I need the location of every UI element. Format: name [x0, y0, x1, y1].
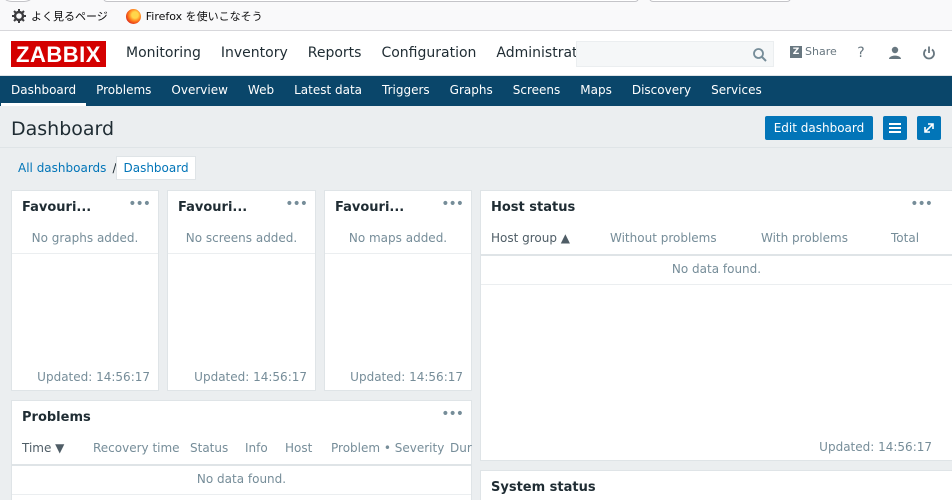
- empty-message: No maps added.: [348, 231, 448, 245]
- updated-time: Updated: 14:56:17: [350, 370, 463, 384]
- menu-configuration[interactable]: Configuration: [371, 31, 486, 76]
- column-host: Host: [285, 441, 313, 455]
- breadcrumb: All dashboards / Dashboard: [12, 156, 196, 180]
- breadcrumb-dashboard[interactable]: Dashboard: [116, 156, 196, 180]
- submenu-discovery[interactable]: Discovery: [622, 76, 701, 106]
- widget-title: Favouri...: [335, 200, 405, 215]
- main-menu: Monitoring Inventory Reports Configurati…: [116, 31, 609, 76]
- widget-title: Host status: [491, 200, 576, 215]
- zabbix-share-icon: Z: [790, 45, 802, 58]
- column-total: Total: [891, 231, 920, 245]
- submenu-problems[interactable]: Problems: [86, 76, 161, 106]
- column-problem-severity: Problem • Severity: [331, 441, 445, 455]
- submenu-graphs[interactable]: Graphs: [440, 76, 503, 106]
- widget-menu-icon[interactable]: •••: [910, 196, 933, 212]
- column-recovery-time: Recovery time: [93, 441, 180, 455]
- menu-monitoring[interactable]: Monitoring: [116, 31, 211, 76]
- divider: [12, 494, 471, 495]
- empty-message: No graphs added.: [31, 231, 139, 245]
- bookmark-firefox[interactable]: Firefox を使いこなそう: [125, 8, 263, 24]
- widget-menu-icon[interactable]: •••: [285, 196, 308, 212]
- gear-icon: [12, 9, 26, 23]
- divider: [12, 253, 158, 254]
- fullscreen-button[interactable]: [917, 116, 941, 140]
- sub-menu: Dashboard Problems Overview Web Latest d…: [0, 76, 952, 106]
- submenu-latest-data[interactable]: Latest data: [284, 76, 372, 106]
- widget-title: Favouri...: [178, 200, 248, 215]
- search-icon[interactable]: [752, 47, 768, 63]
- widget-title: System status: [491, 480, 596, 495]
- empty-message: No screens added.: [185, 231, 298, 245]
- header-divider: [481, 254, 952, 256]
- widget-favourite-screens: Favouri... ••• No screens added. Updated…: [167, 190, 316, 391]
- submenu-web[interactable]: Web: [238, 76, 284, 106]
- share-label: Share: [805, 45, 837, 58]
- share-link[interactable]: Z Share: [790, 45, 837, 58]
- widget-title: Favouri...: [22, 200, 92, 215]
- column-duration: Dur: [450, 441, 472, 455]
- widget-system-status: System status: [480, 470, 952, 500]
- widget-menu-icon[interactable]: •••: [441, 196, 464, 212]
- edit-dashboard-button[interactable]: Edit dashboard: [765, 116, 873, 140]
- widget-menu-icon[interactable]: •••: [128, 196, 151, 212]
- menu-inventory[interactable]: Inventory: [211, 31, 298, 76]
- updated-time: Updated: 14:56:17: [819, 440, 932, 454]
- sign-out-icon[interactable]: [921, 44, 937, 62]
- column-host-group[interactable]: Host group ▲: [491, 231, 570, 245]
- widget-menu-icon[interactable]: •••: [441, 406, 464, 422]
- dashboard-actions-button[interactable]: [883, 116, 907, 140]
- divider: [168, 253, 315, 254]
- zabbix-logo[interactable]: ZABBIX: [11, 41, 106, 67]
- divider: [0, 147, 952, 148]
- firefox-icon: [125, 8, 141, 24]
- submenu-maps[interactable]: Maps: [570, 76, 622, 106]
- updated-time: Updated: 14:56:17: [37, 370, 150, 384]
- empty-message: No data found.: [671, 262, 762, 276]
- back-button[interactable]: [0, 0, 36, 2]
- column-without-problems: Without problems: [610, 231, 717, 245]
- column-status: Status: [190, 441, 229, 455]
- widget-favourite-graphs: Favouri... ••• No graphs added. Updated:…: [11, 190, 159, 391]
- widget-host-status: Host status ••• Host group ▲ Without pro…: [480, 190, 952, 461]
- url-bar[interactable]: [103, 0, 639, 2]
- submenu-dashboard[interactable]: Dashboard: [1, 76, 87, 106]
- bookmark-label: よく見るページ: [31, 10, 108, 23]
- submenu-screens[interactable]: Screens: [503, 76, 571, 106]
- updated-time: Updated: 14:56:17: [194, 370, 307, 384]
- column-time[interactable]: Time ▼: [22, 441, 64, 455]
- page-title: Dashboard: [11, 118, 115, 140]
- menu-reports[interactable]: Reports: [298, 31, 372, 76]
- browser-bookmarks-bar: よく見るページ Firefox を使いこなそう: [0, 0, 952, 31]
- widget-favourite-maps: Favouri... ••• No maps added. Updated: 1…: [324, 190, 472, 391]
- top-header: ZABBIX Monitoring Inventory Reports Conf…: [0, 31, 952, 76]
- column-info: Info: [245, 441, 268, 455]
- widget-problems: Problems ••• Time ▼ Recovery time Status…: [11, 400, 472, 500]
- search-input[interactable]: [576, 41, 774, 67]
- column-with-problems: With problems: [761, 231, 848, 245]
- help-icon[interactable]: ?: [853, 44, 869, 62]
- divider: [325, 253, 471, 254]
- bookmark-most-visited[interactable]: よく見るページ: [12, 8, 108, 24]
- empty-message: No data found.: [196, 472, 287, 486]
- bookmark-label: Firefox を使いこなそう: [145, 10, 263, 23]
- widget-title: Problems: [22, 410, 91, 425]
- breadcrumb-all-dashboards[interactable]: All dashboards: [12, 161, 112, 175]
- browser-search-bar[interactable]: [649, 0, 791, 2]
- submenu-services[interactable]: Services: [701, 76, 772, 106]
- header-divider: [12, 464, 471, 466]
- submenu-triggers[interactable]: Triggers: [372, 76, 440, 106]
- user-profile-icon[interactable]: [887, 44, 903, 62]
- divider: [481, 284, 952, 285]
- expand-icon: [924, 123, 934, 133]
- submenu-overview[interactable]: Overview: [161, 76, 238, 106]
